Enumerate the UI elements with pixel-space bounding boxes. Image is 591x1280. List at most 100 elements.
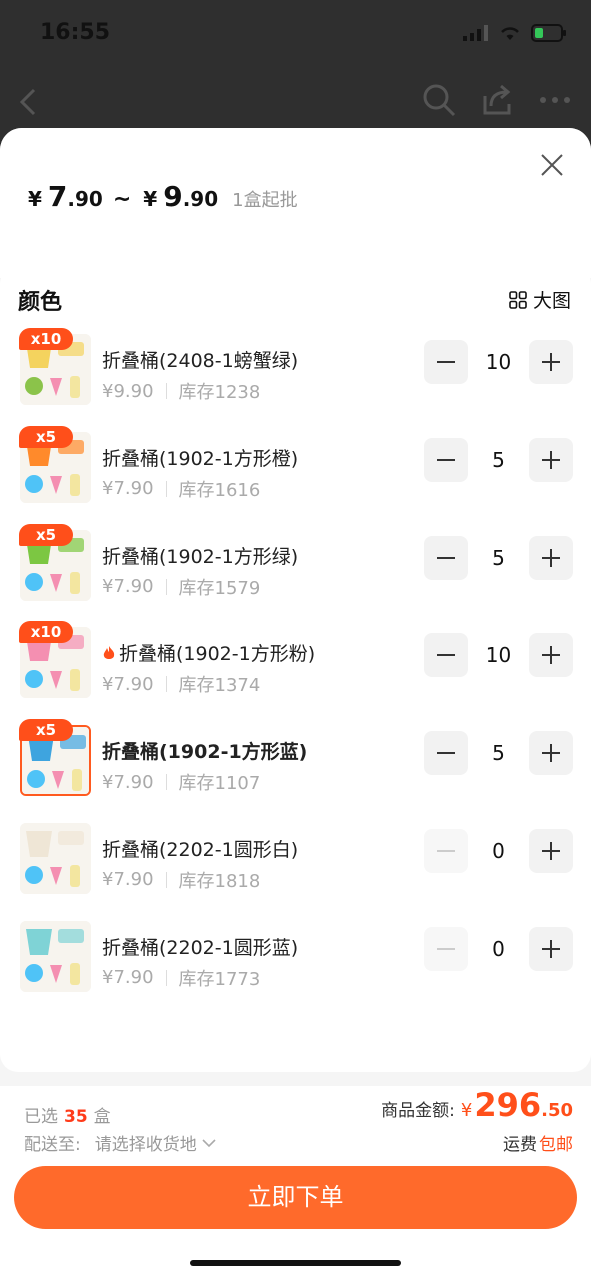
ship-to-selector[interactable]: 配送至: 请选择收货地 [24,1130,217,1155]
quantity-value[interactable]: 5 [468,448,529,472]
selected-prefix: 已选 [24,1107,58,1127]
variant-row[interactable]: x5 折叠桶(1902-1方形绿) ¥7.90 库存1579 5 [0,523,591,622]
increment-button[interactable] [529,828,573,873]
place-order-button[interactable]: 立即下单 [14,1166,577,1229]
increment-button[interactable] [529,535,573,580]
search-icon[interactable] [421,82,457,118]
back-icon[interactable] [14,84,44,120]
quantity-stepper: 5 [424,535,573,582]
share-icon[interactable] [479,82,515,118]
total-amount: 商品金额: ¥ 296 .50 [381,1086,573,1124]
plus-icon-vertical [550,353,552,371]
decrement-button[interactable] [424,633,468,678]
variant-price: ¥7.90 [102,967,154,989]
quantity-badge: x10 [19,621,73,644]
quantity-stepper: 0 [424,828,573,875]
background-nav [0,80,591,124]
variant-stock: 库存1107 [178,773,261,795]
quantity-stepper: 10 [424,340,573,386]
quantity-stepper: 0 [424,926,573,973]
variant-row[interactable]: x10 折叠桶(1902-1方形粉) ¥7.90 库存1374 10 [0,621,591,719]
divider [165,578,167,595]
decrement-button[interactable] [424,828,468,873]
close-icon[interactable] [537,150,567,180]
variant-name-text: 折叠桶(2408-1螃蟹绿) [102,350,299,372]
plus-icon-vertical [550,841,552,860]
variant-row[interactable]: x5 折叠桶(1902-1方形橙) ¥7.90 库存1616 5 [0,425,591,524]
freight-label: 运费 [503,1135,537,1155]
variant-card: 颜色 大图 x10 折叠桶(2408-1螃蟹绿) ¥9.90 库存1238 10 x5 折叠… [0,266,591,1072]
flame-icon [103,646,115,660]
big-image-label: 大图 [532,290,571,312]
variant-name: 折叠桶(2202-1圆形蓝) [102,933,298,960]
variant-stock: 库存1579 [178,577,261,599]
quantity-value[interactable]: 0 [468,937,529,961]
ship-to-label: 配送至: [24,1135,81,1155]
minus-icon [437,849,455,852]
variant-meta: ¥9.90 库存1238 [102,378,260,404]
variant-thumbnail[interactable] [20,920,91,992]
variant-stock: 库存1818 [178,870,261,892]
variant-price: ¥7.90 [102,576,154,598]
price-min-currency: ¥ [28,187,42,211]
decrement-button[interactable] [424,926,468,971]
variant-name: 折叠桶(1902-1方形蓝) [102,737,307,764]
decrement-button[interactable] [424,731,468,776]
variant-price: ¥7.90 [102,673,154,695]
quantity-value[interactable]: 0 [468,839,529,863]
variant-price: ¥7.90 [102,869,154,891]
sku-selector-sheet: ¥ 7 .90 ~ ¥ 9 .90 1盒起批 颜色 大图 x10 折叠桶(2408… [0,128,591,1280]
variant-row[interactable]: 折叠桶(2202-1圆形白) ¥7.90 库存1818 0 [0,817,591,915]
increment-button[interactable] [529,731,573,776]
quantity-badge: x10 [19,328,73,350]
grid-icon [509,290,527,309]
variant-name-text: 折叠桶(2202-1圆形白) [102,838,299,861]
variant-stock: 库存1616 [178,479,261,501]
selected-unit: 盒 [93,1107,111,1127]
quantity-value[interactable]: 5 [468,546,529,570]
increment-button[interactable] [529,340,573,384]
quantity-value[interactable]: 10 [468,350,529,374]
increment-button[interactable] [529,633,573,678]
quantity-value[interactable]: 10 [468,643,529,667]
price-range-separator: ~ [112,187,132,212]
variant-row[interactable]: 折叠桶(2202-1圆形蓝) ¥7.90 库存1773 0 [0,915,591,1013]
variant-section-title: 颜色 [18,290,63,315]
variant-row[interactable]: x10 折叠桶(2408-1螃蟹绿) ¥9.90 库存1238 10 [0,328,591,426]
plus-icon-vertical [550,548,552,567]
total-label: 商品金额: [381,1101,455,1121]
big-image-toggle[interactable]: 大图 [509,286,571,313]
variant-row[interactable]: x5 折叠桶(1902-1方形蓝) ¥7.90 库存1107 5 [0,719,591,817]
plus-icon-vertical [550,646,552,665]
variant-name: 折叠桶(1902-1方形粉) [102,639,315,666]
variant-price: ¥9.90 [102,380,154,402]
quantity-badge: x5 [19,425,73,448]
divider [165,480,167,497]
variant-name-text: 折叠桶(1902-1方形绿) [102,545,299,568]
decrement-button[interactable] [424,340,468,384]
decrement-button[interactable] [424,437,468,482]
increment-button[interactable] [529,437,573,482]
quantity-value[interactable]: 5 [468,741,529,765]
variant-name-text: 折叠桶(1902-1方形蓝) [102,741,308,764]
plus-icon-vertical [550,939,552,958]
minus-icon [437,752,455,755]
minus-icon [437,361,455,363]
plus-icon-vertical [550,744,552,763]
battery-icon [531,24,566,42]
variant-thumbnail[interactable] [20,822,91,894]
freight-value: 包邮 [539,1135,573,1155]
plus-icon-vertical [550,450,552,469]
price-max-dec: .90 [182,187,219,211]
price-range: ¥ 7 .90 ~ ¥ 9 .90 1盒起批 [28,180,298,213]
price-min-int: 7 [47,180,68,213]
price-max-int: 9 [163,180,183,213]
status-icons [463,24,567,42]
variant-stock: 库存1773 [178,968,261,990]
selected-summary: 已选 35 盒 [24,1102,111,1127]
more-icon[interactable] [537,82,573,118]
increment-button[interactable] [529,926,573,971]
decrement-button[interactable] [424,535,468,580]
chevron-down-icon [202,1138,216,1147]
home-indicator [190,1260,401,1266]
